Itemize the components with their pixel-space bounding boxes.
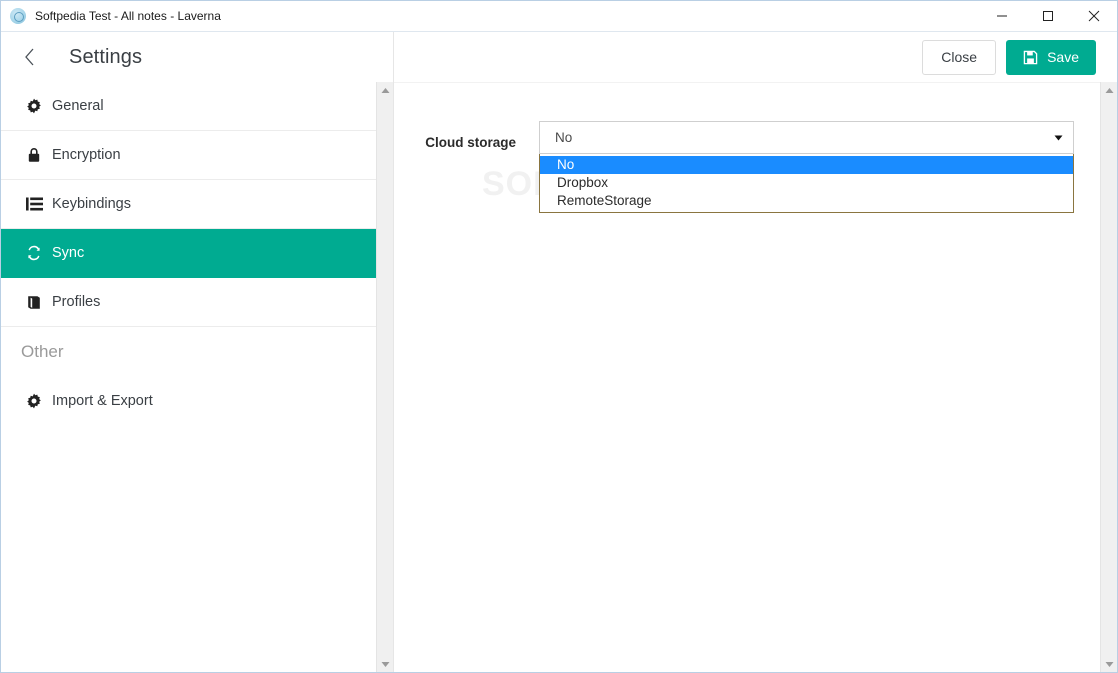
sidebar-item-import-export[interactable]: Import & Export bbox=[1, 376, 376, 425]
close-button[interactable]: Close bbox=[922, 39, 997, 75]
cloud-storage-dropdown-list: No Dropbox RemoteStorage bbox=[539, 154, 1074, 213]
sidebar-item-label: Keybindings bbox=[52, 196, 131, 212]
window-title: Softpedia Test - All notes - Laverna bbox=[35, 9, 221, 23]
maximize-icon[interactable] bbox=[1025, 1, 1071, 32]
sidebar-item-label: Encryption bbox=[52, 147, 121, 163]
sidebar-item-keybindings[interactable]: Keybindings bbox=[1, 180, 376, 229]
dropdown-option-dropbox[interactable]: Dropbox bbox=[540, 174, 1073, 192]
sidebar-item-general[interactable]: General bbox=[1, 82, 376, 131]
save-button-label: Save bbox=[1047, 49, 1079, 65]
gear-icon bbox=[25, 97, 43, 115]
scroll-up-arrow-icon[interactable] bbox=[377, 82, 394, 99]
cloud-storage-select-wrapper: No No Dropbox RemoteStorage bbox=[539, 121, 1074, 213]
cloud-storage-label: Cloud storage bbox=[425, 135, 516, 150]
header-actions: Close Save bbox=[922, 39, 1096, 75]
save-button[interactable]: Save bbox=[1006, 39, 1096, 75]
sidebar-item-label: General bbox=[52, 98, 104, 114]
window-controls bbox=[979, 1, 1117, 32]
app-window: Softpedia Test - All notes - Laverna Set… bbox=[0, 0, 1118, 673]
page-title: Settings bbox=[69, 45, 143, 68]
scroll-down-arrow-icon[interactable] bbox=[377, 656, 394, 672]
lock-icon bbox=[25, 146, 43, 164]
dropdown-option-no[interactable]: No bbox=[540, 156, 1073, 174]
sidebar-item-label: Sync bbox=[52, 245, 85, 261]
cloud-storage-form-row: Cloud storage No No Dropbox RemoteStorag… bbox=[394, 121, 1100, 213]
keyboard-list-icon bbox=[25, 195, 43, 213]
chevron-left-icon[interactable] bbox=[17, 44, 43, 70]
laverna-app-icon bbox=[10, 8, 26, 24]
sidebar-item-encryption[interactable]: Encryption bbox=[1, 131, 376, 180]
scroll-down-arrow-icon[interactable] bbox=[1101, 656, 1117, 672]
sidebar-item-sync[interactable]: Sync bbox=[1, 229, 376, 278]
cloud-storage-select[interactable]: No bbox=[539, 121, 1074, 154]
refresh-sync-icon bbox=[25, 244, 43, 262]
scroll-up-arrow-icon[interactable] bbox=[1101, 82, 1117, 99]
minimize-icon[interactable] bbox=[979, 1, 1025, 32]
settings-sidebar: General Encryption Keybindings Sync Prof… bbox=[1, 82, 376, 672]
window-scrollbar[interactable] bbox=[1100, 82, 1117, 672]
gear-icon bbox=[25, 392, 43, 410]
dropdown-caret-icon bbox=[1054, 135, 1063, 141]
sidebar-item-label: Import & Export bbox=[52, 392, 153, 409]
sidebar-item-label: Profiles bbox=[52, 294, 101, 310]
floppy-save-icon bbox=[1023, 50, 1038, 65]
settings-main-pane: SOFTPEDIA® Cloud storage No No Dropbox R… bbox=[394, 83, 1100, 672]
sidebar-scrollbar[interactable] bbox=[376, 82, 394, 672]
close-icon[interactable] bbox=[1071, 1, 1117, 32]
cloud-storage-selected-value: No bbox=[555, 130, 573, 145]
title-bar: Softpedia Test - All notes - Laverna bbox=[1, 1, 1117, 32]
settings-header: Settings Close Save bbox=[1, 32, 1117, 82]
dropdown-option-remotestorage[interactable]: RemoteStorage bbox=[540, 192, 1073, 210]
sidebar-item-profiles[interactable]: Profiles bbox=[1, 278, 376, 327]
book-icon bbox=[25, 293, 43, 311]
sidebar-section-other: Other bbox=[21, 341, 64, 361]
